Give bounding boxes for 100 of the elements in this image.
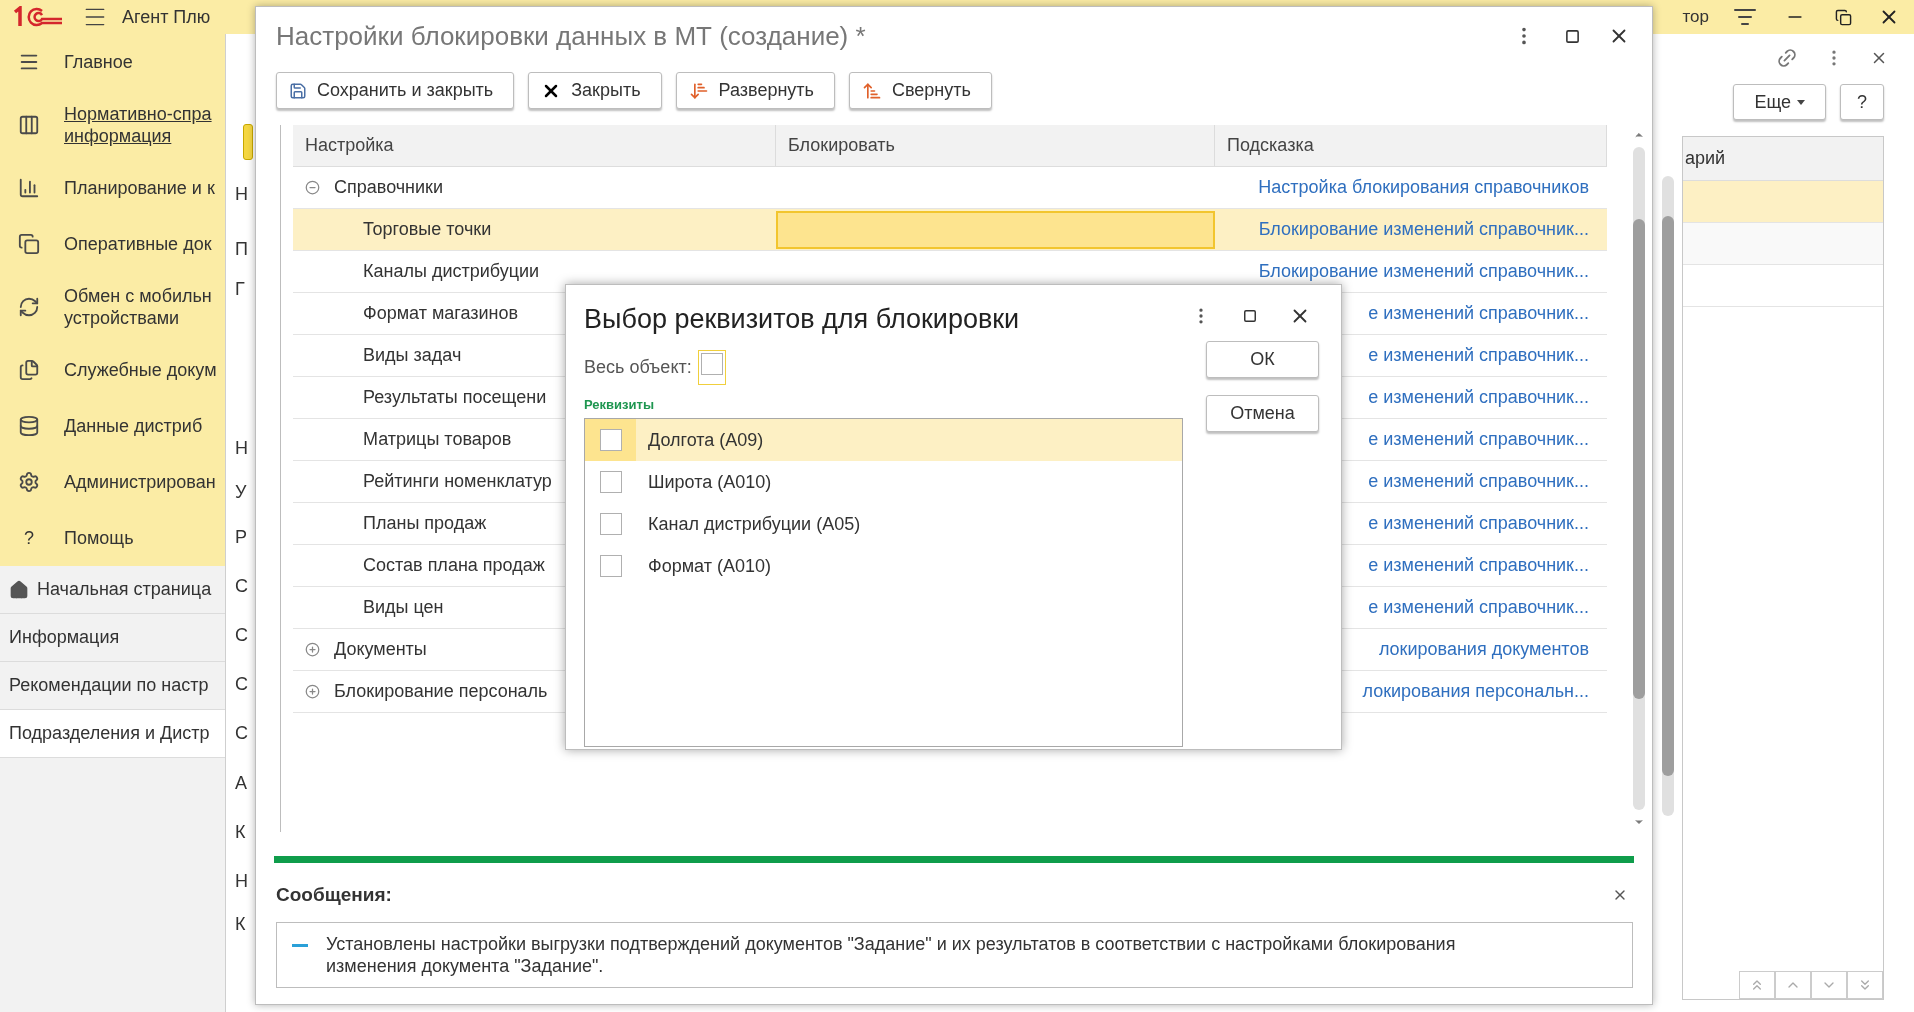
primary-button[interactable] xyxy=(243,124,253,160)
collapse-icon[interactable] xyxy=(305,180,320,195)
restore-icon[interactable] xyxy=(1835,8,1852,26)
column-header: арий xyxy=(1684,147,1726,170)
attribute-row[interactable]: Канал дистрибуции (А05) xyxy=(585,503,1182,545)
hint-link[interactable]: Блокирование изменений справочник... xyxy=(1258,258,1589,285)
sidebar-item[interactable]: ? Помощь xyxy=(0,510,225,566)
hint-link[interactable]: локирования персональн... xyxy=(1362,678,1589,705)
message-text: Установлены настройки выгрузки подтверждений документов "Задание" и их результатов в соответствии с настройками блокирования изменения документа "Задание". xyxy=(326,932,1457,977)
hint-link[interactable]: е изменений справочник... xyxy=(1368,300,1589,327)
attribute-label: Широта (А010) xyxy=(648,470,772,494)
tree-row[interactable]: Торговые точки xyxy=(293,209,776,250)
sidebar-item[interactable]: Служебные докум xyxy=(0,342,225,398)
hint-link[interactable]: е изменений справочник... xyxy=(1368,552,1589,579)
tree-row[interactable]: Каналы дистрибуции xyxy=(293,251,776,292)
user-name: тор xyxy=(1682,6,1709,29)
field-label: К xyxy=(235,914,246,934)
setting-label: Справочники xyxy=(334,176,444,199)
expand-icon[interactable] xyxy=(305,684,320,699)
field-label: К xyxy=(235,822,246,842)
setting-label: Блокирование персональ xyxy=(334,680,548,703)
attribute-row[interactable]: Широта (А010) xyxy=(585,461,1182,503)
sidebar-item[interactable]: Данные дистриб xyxy=(0,398,225,454)
sidebar-item[interactable]: Оперативные док xyxy=(0,216,225,272)
hint-link[interactable]: локирования документов xyxy=(1378,636,1589,663)
hint-link[interactable]: е изменений справочник... xyxy=(1368,510,1589,537)
attribute-row[interactable]: Долгота (А09) xyxy=(585,419,1182,461)
message-marker xyxy=(292,943,308,947)
bar-chart-icon xyxy=(18,177,40,199)
block-field[interactable] xyxy=(776,210,1215,249)
hint-link[interactable]: е изменений справочник... xyxy=(1368,468,1589,495)
checkbox[interactable] xyxy=(700,352,723,375)
home-icon xyxy=(9,579,29,600)
scrollbar[interactable] xyxy=(1633,147,1645,810)
files-icon xyxy=(18,359,40,381)
hint-link[interactable]: е изменений справочник... xyxy=(1368,594,1589,621)
sidebar-item[interactable]: Обмен с мобильн устройствами xyxy=(0,272,225,342)
hint-link[interactable]: е изменений справочник... xyxy=(1368,384,1589,411)
refresh-icon xyxy=(18,296,40,318)
expand-icon[interactable] xyxy=(305,642,320,657)
checkbox[interactable] xyxy=(599,513,622,535)
field-label: Н xyxy=(235,184,248,204)
window-title: Настройки блокировки данных в МТ (создание) * xyxy=(276,19,866,53)
field-label: У xyxy=(235,482,247,502)
tree-row[interactable]: Справочники xyxy=(293,167,776,208)
field-label: Н xyxy=(235,871,248,891)
help-icon: ? xyxy=(18,524,34,552)
hint-link[interactable]: е изменений справочник... xyxy=(1368,426,1589,453)
sidebar-item[interactable]: Нормативно-спра информация xyxy=(0,90,225,160)
open-window-tab[interactable]: Подразделения и Дистр xyxy=(0,710,225,758)
field-label: Г xyxy=(235,279,245,299)
hint-link[interactable]: Настройка блокирования справочников xyxy=(1258,174,1589,201)
toolbar-button[interactable]: Сохранить и закрыть xyxy=(276,72,515,109)
dialog-button[interactable]: Отмена xyxy=(1206,395,1319,432)
attribute-label: Долгота (А09) xyxy=(648,428,764,452)
sidebar-item[interactable]: Планирование и к xyxy=(0,160,225,216)
more-button[interactable]: Еще xyxy=(1733,84,1826,120)
caret-icon xyxy=(1797,99,1805,105)
dialog-button[interactable]: ОК xyxy=(1206,341,1319,378)
attribute-label: Формат (А010) xyxy=(648,554,771,578)
group-label: Реквизиты xyxy=(584,395,655,414)
toolbar-button[interactable]: Развернуть xyxy=(675,72,835,109)
hint-link[interactable]: Блокирование изменений справочник... xyxy=(1258,216,1589,243)
maximize-icon[interactable] xyxy=(1565,28,1580,44)
scrollbar[interactable] xyxy=(1661,176,1674,816)
setting-label: Документы xyxy=(334,638,427,661)
setting-label: Каналы дистрибуции xyxy=(363,260,540,283)
field-label: С xyxy=(235,625,248,645)
attribute-label: Канал дистрибуции (А05) xyxy=(648,512,861,536)
sidebar-item[interactable]: Главное xyxy=(0,34,225,90)
dialog-title: Выбор реквизитов для блокировки xyxy=(584,303,1021,336)
field-label: Р xyxy=(235,527,247,547)
documents-icon xyxy=(18,233,40,255)
column-header: Блокировать xyxy=(788,134,895,157)
grid-icon xyxy=(18,114,40,136)
hint-link[interactable]: е изменений справочник... xyxy=(1368,342,1589,369)
field-label: Н xyxy=(235,438,248,458)
gear-icon xyxy=(18,471,40,493)
toolbar-button[interactable]: Закрыть xyxy=(528,72,662,109)
checkbox[interactable] xyxy=(599,429,622,451)
sidebar-item[interactable]: Администрирован xyxy=(0,454,225,510)
field-label: П xyxy=(235,239,248,259)
field-label: С xyxy=(235,674,248,694)
messages-title: Сообщения: xyxy=(276,883,392,907)
logo-icon xyxy=(12,6,64,28)
field-label: А xyxy=(235,773,247,793)
maximize-icon[interactable] xyxy=(1243,309,1257,323)
toolbar-button[interactable]: Свернуть xyxy=(848,72,992,109)
checkbox[interactable] xyxy=(599,555,622,577)
field-label: С xyxy=(235,576,248,596)
attribute-row[interactable]: Формат (А010) xyxy=(585,545,1182,587)
setting-label: Торговые точки xyxy=(363,218,492,241)
database-icon xyxy=(18,415,40,437)
setting-label: Виды цен xyxy=(363,596,444,619)
help-button[interactable]: ? xyxy=(1840,84,1884,120)
column-header: Подсказка xyxy=(1227,134,1314,157)
field-label: С xyxy=(235,723,248,743)
column-header: Настройка xyxy=(305,134,394,157)
whole-object-label: Весь объект: xyxy=(584,355,692,379)
checkbox[interactable] xyxy=(599,471,622,493)
